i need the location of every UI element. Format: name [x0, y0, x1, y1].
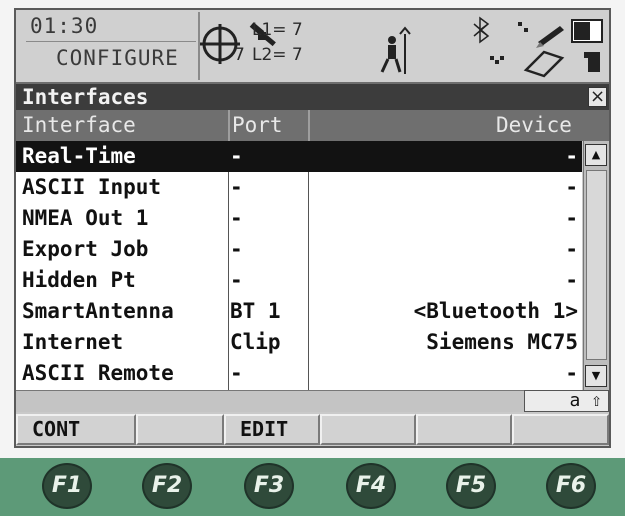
- softkey-f6[interactable]: [512, 414, 609, 445]
- pencil-icon: [536, 26, 564, 48]
- device-cell: Siemens MC75: [426, 330, 578, 354]
- interface-cell: SmartAntenna: [22, 299, 174, 323]
- column-divider: [228, 172, 229, 390]
- scroll-up-button[interactable]: ▲: [585, 144, 607, 166]
- device-cell: -: [565, 268, 578, 292]
- surveyor-pole-icon: [380, 26, 411, 74]
- table-row[interactable]: SmartAntenna BT 1 <Bluetooth 1>: [16, 296, 582, 327]
- table-row[interactable]: Real-Time - -: [16, 141, 582, 172]
- l1-satellites: L1= 7: [252, 20, 303, 40]
- column-divider: [308, 172, 309, 390]
- table-row[interactable]: Hidden Pt - -: [16, 265, 582, 296]
- interface-cell: Internet: [22, 330, 124, 354]
- mode-display: CONFIGURE: [56, 46, 179, 70]
- f1-key[interactable]: F1: [42, 463, 92, 509]
- port-cell: BT 1: [230, 299, 281, 323]
- time-display: 01:30: [30, 14, 99, 38]
- device-cell: -: [565, 144, 578, 168]
- port-cell: -: [230, 237, 243, 261]
- table-row[interactable]: ASCII Remote - -: [16, 358, 582, 389]
- port-cell: -: [230, 144, 243, 168]
- table-row[interactable]: Internet Clip Siemens MC75: [16, 327, 582, 358]
- f6-key[interactable]: F6: [546, 463, 596, 509]
- table-row[interactable]: NMEA Out 1 - -: [16, 203, 582, 234]
- port-cell: -: [230, 361, 243, 385]
- interface-cell: Real-Time: [22, 144, 136, 168]
- column-separator: [308, 110, 310, 141]
- f5-key[interactable]: F5: [446, 463, 496, 509]
- column-header-device[interactable]: Device: [496, 110, 572, 141]
- port-cell: Clip: [230, 330, 281, 354]
- softkey-f4[interactable]: [320, 414, 416, 445]
- network-icon: [490, 22, 528, 64]
- interface-cell: Hidden Pt: [22, 268, 136, 292]
- column-separator: [228, 110, 230, 141]
- scroll-down-button[interactable]: ▼: [585, 365, 607, 387]
- softkey-f5[interactable]: [416, 414, 512, 445]
- column-header-interface[interactable]: Interface: [22, 110, 136, 141]
- f2-key[interactable]: F2: [142, 463, 192, 509]
- softkey-edit[interactable]: EDIT: [224, 414, 320, 445]
- input-status-bar: [16, 390, 609, 412]
- device-cell: -: [565, 175, 578, 199]
- function-key-strip: [0, 458, 625, 516]
- memory-icon: [584, 52, 600, 72]
- clock-divider: [26, 41, 196, 42]
- port-cell: -: [230, 268, 243, 292]
- bluetooth-icon: [473, 16, 490, 44]
- device-cell: -: [565, 237, 578, 261]
- table-row[interactable]: ASCII Input - -: [16, 172, 582, 203]
- table-row[interactable]: Export Job - -: [16, 234, 582, 265]
- column-header-port[interactable]: Port: [232, 110, 283, 141]
- interface-cell: ASCII Remote: [22, 361, 174, 385]
- scrollbar-thumb[interactable]: [586, 170, 607, 360]
- interfaces-list: Real-Time - - ASCII Input - - NMEA Out 1…: [16, 141, 582, 390]
- l2-satellites: L2= 7: [252, 45, 303, 65]
- softkey-f2[interactable]: [136, 414, 224, 445]
- port-cell: -: [230, 175, 243, 199]
- f4-key[interactable]: F4: [346, 463, 396, 509]
- device-cell: <Bluetooth 1>: [413, 299, 578, 323]
- input-mode-indicator: a ⇧: [524, 390, 609, 412]
- f3-key[interactable]: F3: [244, 463, 294, 509]
- satellite-count: 7: [234, 45, 245, 65]
- close-button[interactable]: ×: [588, 87, 607, 107]
- page-title: Interfaces: [22, 85, 149, 109]
- card-icon: [523, 50, 565, 78]
- device-cell: -: [565, 206, 578, 230]
- battery-icon: [571, 19, 603, 43]
- device-cell: -: [565, 361, 578, 385]
- softkey-cont[interactable]: CONT: [16, 414, 136, 445]
- interface-cell: Export Job: [22, 237, 149, 261]
- port-cell: -: [230, 206, 243, 230]
- interface-cell: ASCII Input: [22, 175, 162, 199]
- interface-cell: NMEA Out 1: [22, 206, 149, 230]
